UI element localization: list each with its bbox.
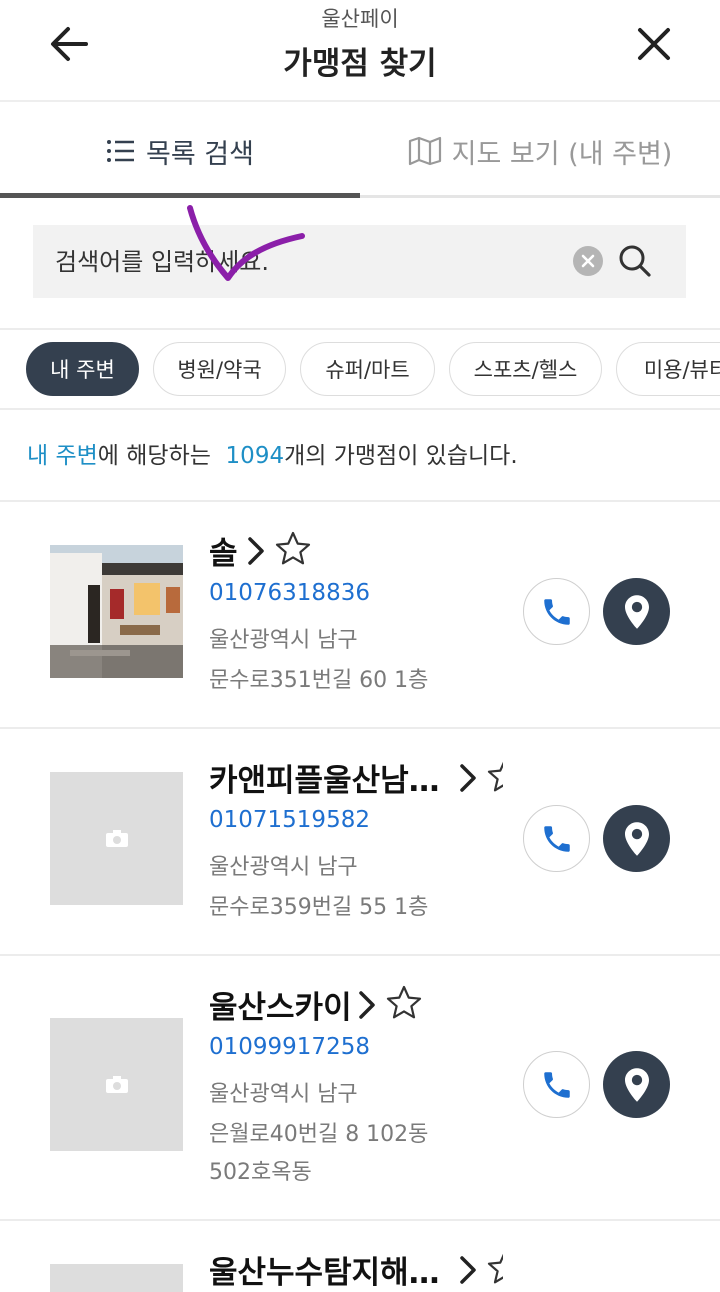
tab-list-search[interactable]: 목록 검색 [0,102,360,200]
search-input[interactable] [55,225,575,298]
favorite-star-icon[interactable] [274,530,312,566]
chip-sports-health[interactable]: 스포츠/헬스 [449,342,602,396]
store-name[interactable]: 솔 [209,528,238,573]
store-address-line1: 울산광역시 남구 [209,628,358,653]
chip-nearby[interactable]: 내 주변 [26,342,139,396]
search-icon[interactable] [615,241,655,281]
chevron-right-icon[interactable] [457,762,479,794]
store-item[interactable]: 솔 01076318836 울산광역시 남구 문수로351번길 60 1층 [0,502,720,729]
result-count: 내 주변에 해당하는 1094개의 가맹점이 있습니다. [27,436,518,470]
map-icon [408,136,442,166]
search-bar [33,225,686,298]
active-tab-indicator [0,193,360,198]
store-address-line1: 울산광역시 남구 [209,1082,358,1107]
store-item[interactable]: 울산누수탐지해… [0,1221,720,1292]
category-chips: 내 주변 병원/약국 슈퍼/마트 스포츠/헬스 미용/뷰티 [0,330,720,408]
chevron-right-icon[interactable] [457,1254,479,1286]
list-icon [106,138,136,164]
phone-icon [543,825,570,852]
chip-supermarket[interactable]: 슈퍼/마트 [300,342,435,396]
count-value: 1094 [225,443,285,469]
app-name: 울산페이 [321,7,399,31]
store-photo [50,545,183,678]
store-phone[interactable]: 01076318836 [209,580,370,606]
store-address-line3: 502호옥동 [209,1160,312,1185]
tab-divider [360,195,720,198]
divider [0,408,720,410]
chip-beauty[interactable]: 미용/뷰티 [616,342,720,396]
call-button[interactable] [523,578,590,645]
call-button[interactable] [523,805,590,872]
store-address-line2: 은월로40번길 8 102동 [209,1122,429,1147]
scope-label: 내 주변 [27,443,98,469]
favorite-star-icon[interactable] [486,757,503,793]
location-pin-icon [624,821,649,856]
store-name[interactable]: 울산스카이 [209,982,352,1027]
store-photo-placeholder [50,1018,183,1151]
store-address-line2: 문수로359번길 55 1층 [209,895,429,920]
chevron-right-icon[interactable] [356,989,378,1021]
chip-hospital-pharmacy[interactable]: 병원/약국 [153,342,286,396]
page-title: 가맹점 찾기 [283,46,437,82]
store-address-line1: 울산광역시 남구 [209,855,358,880]
location-pin-icon [624,594,649,629]
map-location-button[interactable] [603,805,670,872]
map-location-button[interactable] [603,1051,670,1118]
favorite-star-icon[interactable] [385,984,423,1020]
camera-icon [105,829,128,847]
store-phone[interactable]: 01071519582 [209,807,370,833]
count-text-a: 에 해당하는 [97,443,211,469]
store-photo-placeholder [50,1264,183,1292]
store-phone[interactable]: 01099917258 [209,1034,370,1060]
phone-icon [543,598,570,625]
store-item[interactable]: 카앤피플울산남… 01071519582 울산광역시 남구 문수로359번길 5… [0,729,720,956]
tab-map-view[interactable]: 지도 보기 (내 주변) [360,102,720,200]
map-location-button[interactable] [603,578,670,645]
tab-map-label: 지도 보기 (내 주변) [451,138,673,170]
store-photo-placeholder [50,772,183,905]
camera-icon [105,1075,128,1093]
call-button[interactable] [523,1051,590,1118]
phone-icon [543,1071,570,1098]
store-address-line2: 문수로351번길 60 1층 [209,668,429,693]
store-item[interactable]: 울산스카이 01099917258 울산광역시 남구 은월로40번길 8 102… [0,956,720,1221]
store-name[interactable]: 카앤피플울산남… [209,755,440,800]
location-pin-icon [624,1067,649,1102]
clear-search-icon[interactable] [573,246,603,276]
header: 울산페이 가맹점 찾기 [0,0,720,102]
close-icon[interactable] [628,20,680,68]
chevron-right-icon[interactable] [245,535,267,567]
count-text-b: 개의 가맹점이 있습니다. [284,443,518,469]
favorite-star-icon[interactable] [486,1249,503,1285]
tab-list-label: 목록 검색 [146,138,254,170]
store-name[interactable]: 울산누수탐지해… [209,1247,440,1292]
tab-bar: 목록 검색 지도 보기 (내 주변) [0,102,720,200]
